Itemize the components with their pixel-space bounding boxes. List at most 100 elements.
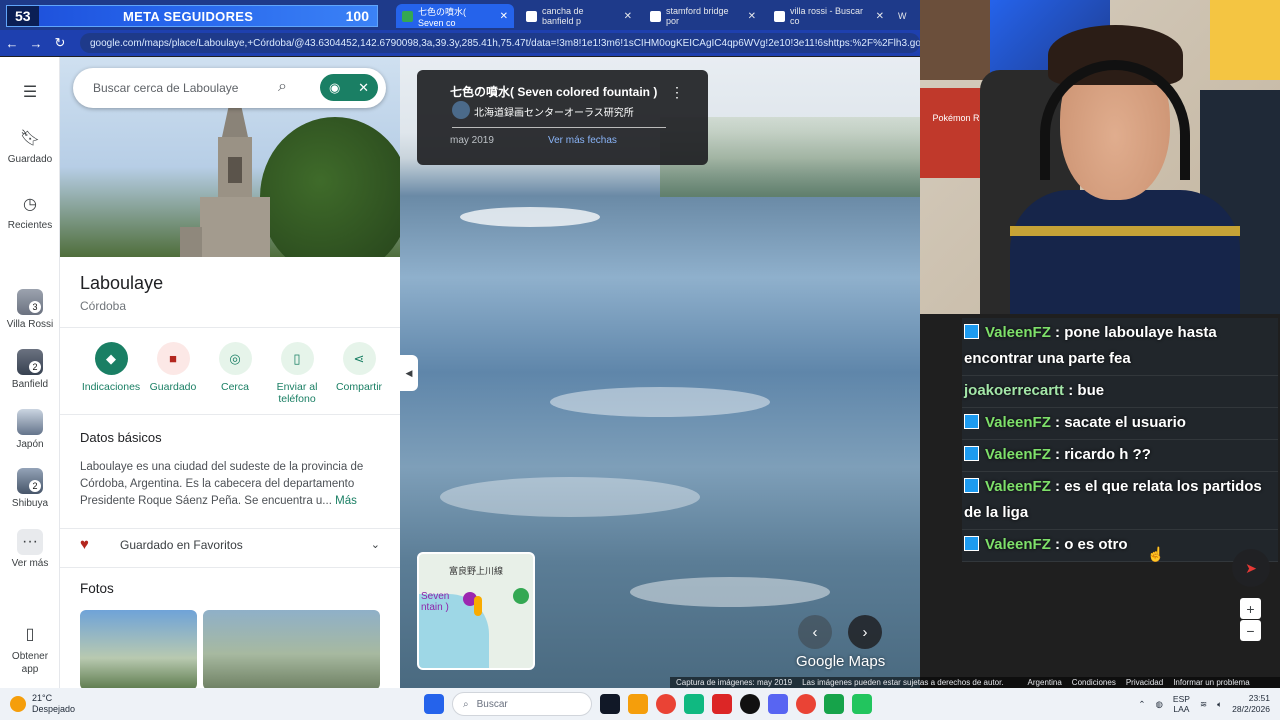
volume-icon[interactable]: 🔈︎ [1217, 699, 1222, 710]
more-icon: ··· [17, 529, 43, 555]
menu-button[interactable]: ☰ [0, 79, 60, 108]
rail-item-saved[interactable]: 🔖︎ Guardado [0, 125, 60, 165]
privacy-link[interactable]: Privacidad [1126, 678, 1163, 687]
chrome-icon[interactable] [656, 694, 676, 714]
next-photo-button[interactable]: › [848, 615, 882, 649]
close-icon[interactable]: ✕ [876, 11, 884, 22]
weather-widget[interactable]: 21°C Despejado [10, 693, 75, 715]
google-favicon-icon [526, 10, 537, 22]
directions-button[interactable]: ◆ Indicaciones [80, 342, 142, 405]
previous-photo-button[interactable]: ‹ [798, 615, 832, 649]
rail-item-banfield[interactable]: 2 Banfield [0, 349, 60, 390]
weather-temp: 21°C [32, 693, 53, 703]
tab-villa-rossi[interactable]: villa rossi - Buscar co ✕ [768, 4, 890, 28]
rail-item-villa-rossi[interactable]: 3 Villa Rossi [0, 289, 60, 330]
rail-item-japon[interactable]: Japón [0, 409, 60, 450]
share-button[interactable]: ⋖ Compartir [328, 342, 390, 405]
photo-lake[interactable] [203, 610, 380, 688]
description-text: Laboulaye es una ciudad del sudeste de l… [80, 461, 364, 507]
app-icon[interactable] [684, 694, 704, 714]
photo-author[interactable]: 北海道録画センターオーラス研究所 [474, 104, 634, 119]
back-icon[interactable]: ← [0, 36, 24, 51]
tab-wikipedia[interactable]: W [892, 4, 920, 28]
terms-link[interactable]: Condiciones [1072, 678, 1116, 687]
zoom-in-button[interactable]: + [1240, 598, 1261, 619]
app-icon[interactable] [712, 694, 732, 714]
tab-label: cancha de banfield p [542, 6, 584, 26]
task-view-icon[interactable] [600, 694, 620, 714]
country-label: Argentina [1027, 678, 1062, 687]
report-problem-link[interactable]: Informar un problema [1173, 678, 1249, 687]
author-avatar [452, 101, 470, 119]
wifi-icon[interactable]: ≋ [1200, 699, 1207, 710]
follower-goal-target: 100 [345, 8, 369, 24]
network-icon[interactable]: ◍ [1156, 699, 1163, 710]
street-view-info-card: 七色の噴水( Seven colored fountain ) 北海道録画センタ… [417, 70, 708, 165]
minimap[interactable]: 富良野上川線 Seven ntain ) [417, 552, 535, 670]
location-pin-icon[interactable]: ◉ [329, 80, 340, 96]
close-icon[interactable]: ✕ [358, 80, 369, 96]
follower-goal-overlay: 53 META SEGUIDORES 100 [6, 5, 378, 27]
clock[interactable]: 23:51 28/2/2026 [1232, 693, 1270, 715]
app-icon[interactable] [740, 694, 760, 714]
reload-icon[interactable]: ↻ [48, 35, 72, 51]
rail-label: Japón [16, 439, 44, 450]
discord-icon[interactable] [768, 694, 788, 714]
badge-icon [964, 414, 979, 429]
tab-stamford-bridge[interactable]: stamford bridge por ✕ [644, 4, 762, 28]
rail-label: Ver más [11, 558, 49, 569]
place-description: Laboulaye es una ciudad del sudeste de l… [80, 459, 385, 510]
windows-start-icon[interactable] [424, 694, 444, 714]
action-label: Enviar al teléfono [276, 381, 318, 405]
taskbar-search[interactable]: ⌕ Buscar [452, 692, 592, 716]
more-dates-link[interactable]: Ver más fechas [548, 135, 617, 146]
rail-label: Obtener app [11, 651, 49, 675]
tab-cancha-banfield[interactable]: cancha de banfield p ✕ [520, 4, 638, 28]
search-input[interactable]: Buscar cerca de Laboulaye [93, 81, 238, 95]
send-to-phone-button[interactable]: ▯ Enviar al teléfono [266, 342, 328, 405]
count-badge: 2 [29, 361, 41, 373]
action-label: Compartir [335, 381, 383, 393]
close-icon[interactable]: ✕ [500, 11, 508, 22]
compass-icon[interactable]: ➤ [1232, 549, 1270, 587]
hamburger-menu-icon: ☰ [22, 84, 38, 101]
nearby-button[interactable]: ◎ Cerca [204, 342, 266, 405]
chat-message: ValeenFZ : pone laboulaye hasta encontra… [962, 318, 1278, 376]
saved-in-list-row[interactable]: ♥ Guardado en Favoritos ⌄ [80, 536, 380, 553]
chrome-icon[interactable] [796, 694, 816, 714]
follower-goal-label: META SEGUIDORES [123, 8, 254, 24]
tab-seven-colored-fountain[interactable]: 七色の噴水( Seven co ✕ [396, 4, 514, 28]
file-explorer-icon[interactable] [628, 694, 648, 714]
chevron-up-icon[interactable]: ⌃ [1138, 699, 1145, 710]
more-link[interactable]: Más [335, 495, 357, 507]
forward-icon[interactable]: → [24, 36, 48, 51]
saved-button[interactable]: ■ Guardado [142, 342, 204, 405]
rail-item-more[interactable]: ··· Ver más [0, 529, 60, 569]
search-box[interactable]: Buscar cerca de Laboulaye ⌕ ◉ ✕ [73, 68, 386, 108]
place-title: Laboulaye [80, 273, 164, 293]
photo-church[interactable] [80, 610, 197, 688]
collapse-panel-button[interactable]: ◀ [400, 355, 418, 391]
rail-item-recents[interactable]: ◷ Recientes [0, 191, 60, 232]
language-indicator[interactable]: ESP LAA [1173, 694, 1190, 714]
minecraft-icon[interactable] [824, 694, 844, 714]
search-icon[interactable]: ⌕ [278, 78, 287, 96]
rail-item-get-app[interactable]: ▯ Obtener app [0, 621, 60, 676]
chevron-down-icon[interactable]: ⌄ [371, 538, 380, 551]
keyboard-layout: LAA [1173, 704, 1190, 714]
more-vert-icon[interactable]: ⋮ [670, 84, 684, 101]
google-favicon-icon [774, 10, 785, 22]
app-icon[interactable] [852, 694, 872, 714]
rail-item-shibuya[interactable]: 2 Shibuya [0, 468, 60, 509]
action-label: Indicaciones [81, 381, 141, 393]
zoom-out-button[interactable]: − [1240, 620, 1261, 641]
rail-label: Banfield [11, 379, 49, 390]
place-thumbnail [17, 409, 43, 435]
close-icon[interactable]: ✕ [624, 11, 632, 22]
close-icon[interactable]: ✕ [748, 11, 756, 22]
badge-icon [964, 478, 979, 493]
url-field[interactable]: google.com/maps/place/Laboulaye,+Córdoba… [80, 33, 920, 53]
street-view[interactable]: 七色の噴水( Seven colored fountain ) 北海道録画センタ… [400, 57, 920, 688]
nearby-icon: ◎ [218, 342, 252, 375]
stream-chat: ValeenFZ : pone laboulaye hasta encontra… [962, 318, 1278, 562]
